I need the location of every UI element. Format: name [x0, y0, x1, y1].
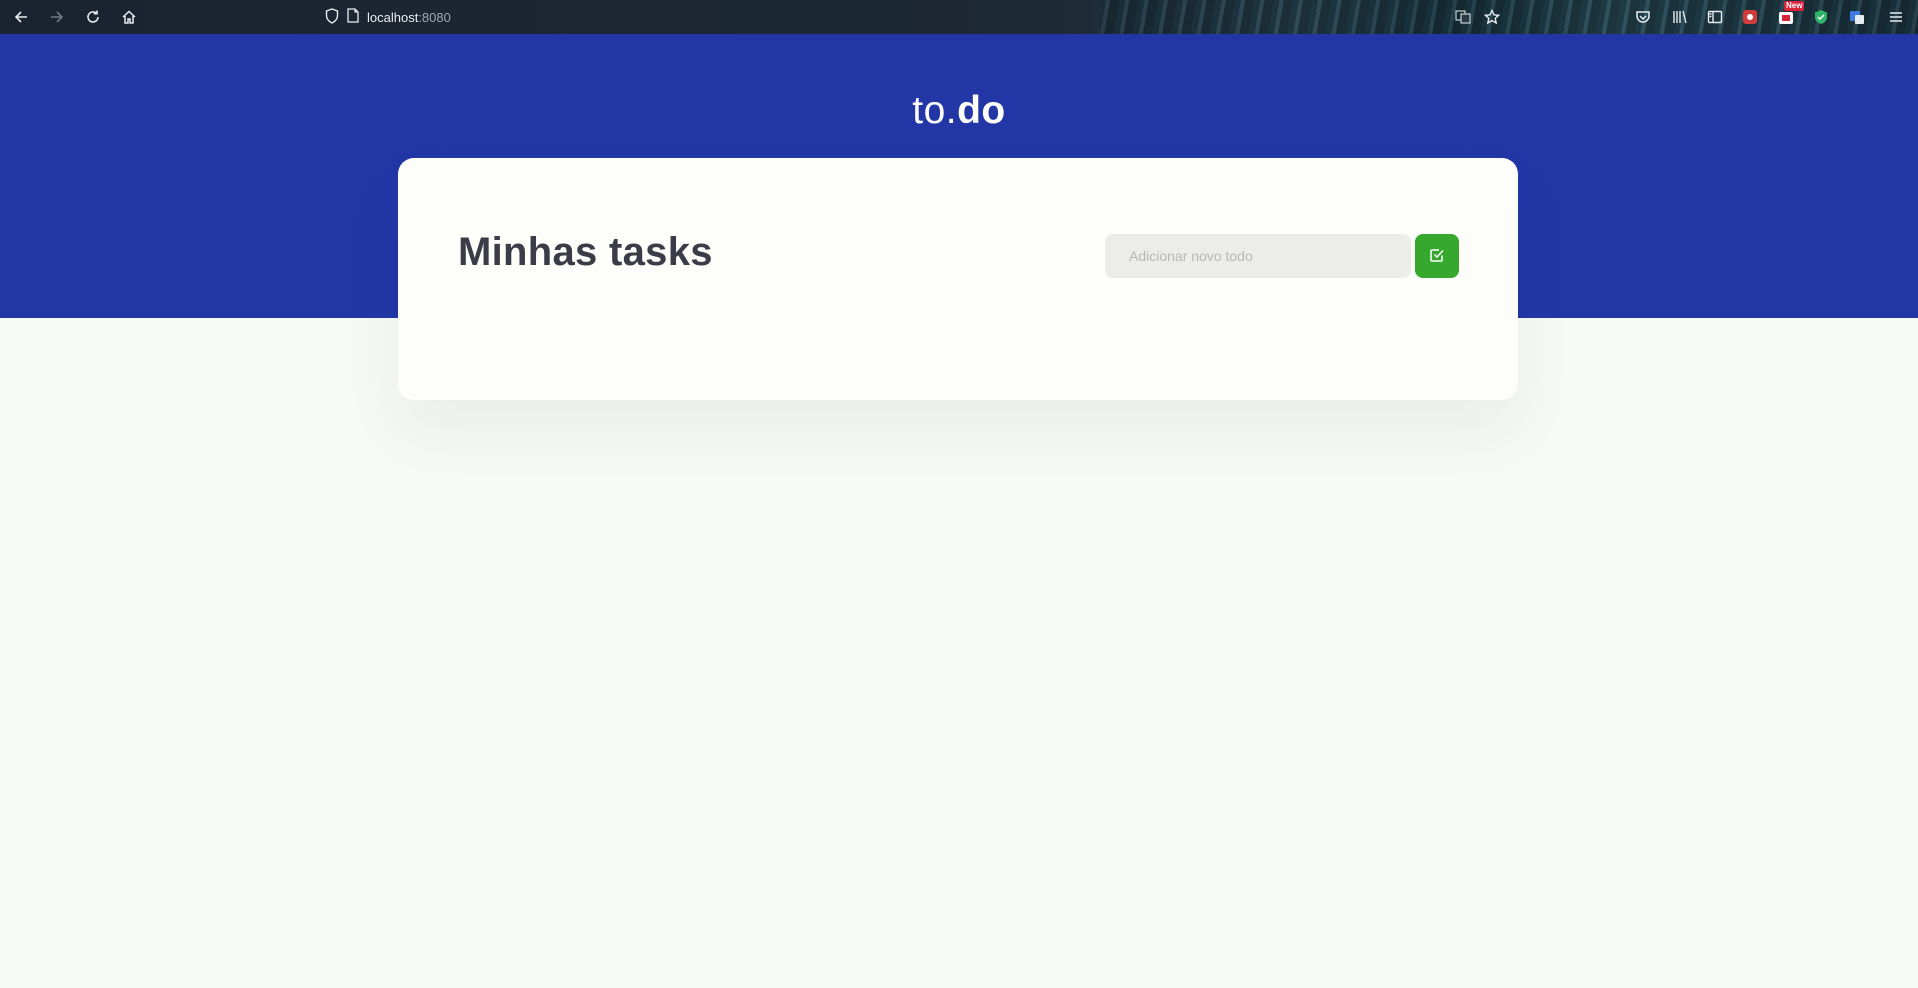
browser-toolbar: localhost:8080 New: [0, 0, 1918, 34]
menu-icon[interactable]: [1884, 5, 1908, 29]
reload-icon[interactable]: [81, 5, 105, 29]
tasks-card: Minhas tasks: [398, 158, 1518, 400]
library-icon[interactable]: [1668, 5, 1692, 29]
logo-suffix: do: [957, 89, 1006, 132]
address-bar[interactable]: localhost:8080: [325, 7, 451, 27]
vpn-shield-icon[interactable]: [1809, 5, 1833, 29]
forward-icon[interactable]: [45, 5, 69, 29]
bookmark-star-icon[interactable]: [1480, 5, 1504, 29]
back-icon[interactable]: [9, 5, 33, 29]
url-host: localhost: [367, 9, 419, 25]
translator-icon[interactable]: [1845, 5, 1869, 29]
logo-prefix: to.: [912, 89, 958, 132]
extension-icon[interactable]: [1738, 5, 1762, 29]
shield-icon[interactable]: [325, 7, 339, 27]
home-icon[interactable]: [117, 5, 141, 29]
page-icon: [347, 8, 359, 26]
check-square-icon: [1429, 247, 1445, 266]
pocket-icon[interactable]: [1631, 5, 1655, 29]
new-badge: New: [1784, 1, 1805, 11]
page-title: Minhas tasks: [458, 230, 713, 274]
app-logo: to.do: [0, 86, 1918, 136]
new-todo-input[interactable]: [1105, 234, 1411, 278]
translate-icon[interactable]: [1451, 5, 1475, 29]
url-port: :8080: [418, 9, 451, 25]
add-todo-button[interactable]: [1415, 234, 1459, 278]
extension-new-icon[interactable]: New: [1774, 1, 1805, 29]
sidebar-icon[interactable]: [1703, 5, 1727, 29]
